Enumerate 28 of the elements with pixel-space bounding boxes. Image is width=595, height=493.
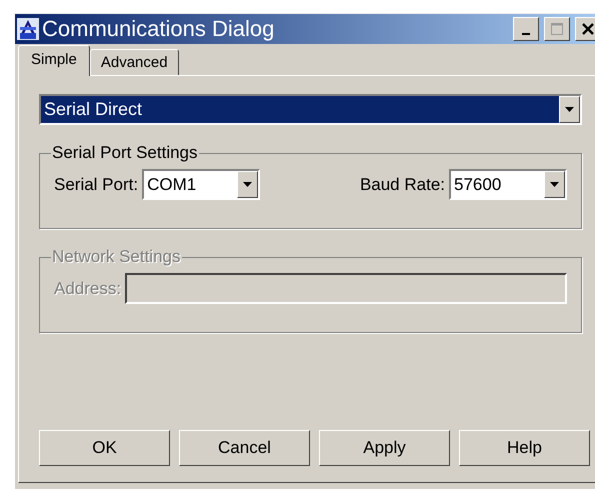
dropdown-button[interactable] — [559, 96, 580, 123]
caret-icon — [243, 182, 252, 187]
maximize-icon — [551, 23, 563, 35]
dialog-button[interactable]: OK — [39, 430, 170, 466]
caret-icon — [565, 107, 574, 112]
group-title: Serial Port Settings — [51, 143, 199, 163]
field-label: Baud Rate: — [360, 174, 445, 194]
group-title: Network Settings — [51, 247, 182, 267]
dropdown-button[interactable] — [237, 171, 258, 198]
minimize-button[interactable] — [513, 17, 539, 41]
dialog-button[interactable]: Apply — [319, 430, 450, 466]
maximize-button[interactable] — [544, 17, 570, 41]
dropdown-button[interactable] — [544, 171, 565, 198]
close-icon — [582, 23, 594, 35]
field-label: Address: — [54, 278, 122, 298]
close-button[interactable] — [575, 17, 595, 41]
dropdown[interactable]: COM1 — [142, 169, 260, 200]
dialog-button[interactable]: Help — [459, 430, 590, 466]
app-icon — [17, 18, 39, 40]
tab[interactable]: Simple — [18, 45, 90, 76]
caret-icon — [550, 182, 559, 187]
connection-dropdown[interactable]: Serial Direct — [39, 94, 582, 125]
dropdown[interactable]: 57600 — [449, 169, 567, 200]
dialog-button[interactable]: Cancel — [179, 430, 310, 466]
tab[interactable]: Advanced — [90, 49, 179, 75]
field-label: Serial Port: — [54, 174, 138, 194]
window-title: Communications Dialog — [42, 16, 276, 42]
minimize-icon — [522, 32, 530, 34]
